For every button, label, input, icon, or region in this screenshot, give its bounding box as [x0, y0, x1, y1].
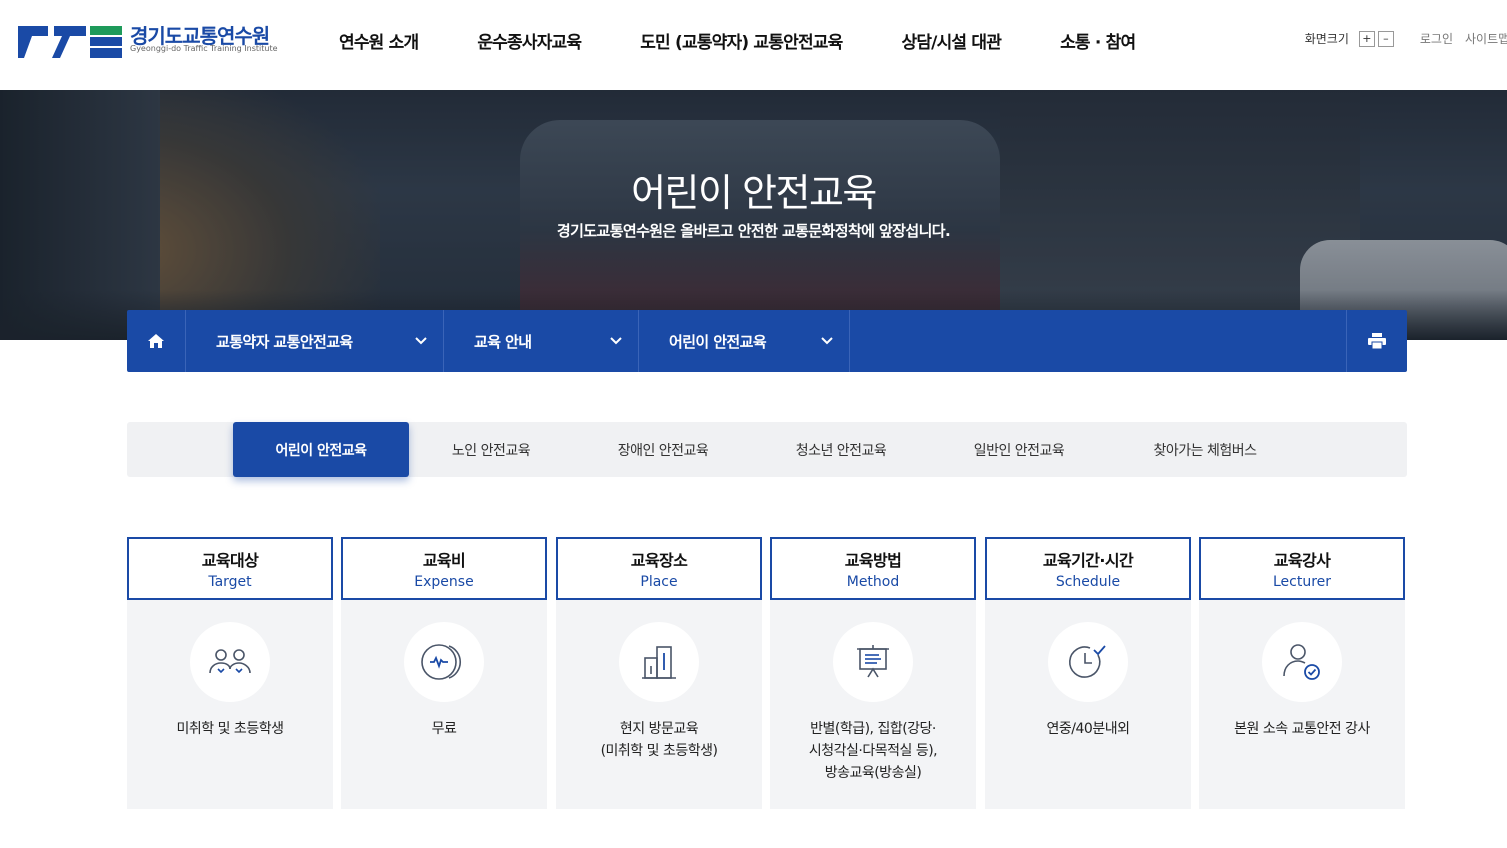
- page-subtitle: 경기도교통연수원은 올바르고 안전한 교통문화정착에 앞장섭니다.: [556, 222, 951, 240]
- card-title: 교육기간·시간: [1042, 551, 1134, 570]
- info-card-lecturer: 교육강사 Lecturer 본원 소속 교통안전 강사: [1199, 537, 1405, 809]
- location-depth2-label: 교육 안내: [474, 332, 532, 351]
- print-button[interactable]: [1346, 310, 1407, 372]
- font-decrease-button[interactable]: –: [1377, 30, 1394, 47]
- tab-senior-safety[interactable]: 노인 안전교육: [409, 422, 573, 477]
- site-logo[interactable]: 경기도교통연수원 Gyeonggi-do Traffic Training In…: [18, 20, 288, 60]
- education-info-cards: 교육대상 Target 미취학 및 초등학생 교육비 Expense 무료 교육…: [127, 537, 1407, 809]
- card-title: 교육장소: [630, 551, 688, 570]
- card-subtitle: Lecturer: [1272, 574, 1332, 590]
- card-subtitle: Expense: [414, 574, 474, 590]
- card-header: 교육기간·시간 Schedule: [985, 537, 1191, 600]
- building-icon: [619, 622, 699, 702]
- logo-mark-icon: [18, 26, 122, 58]
- card-subtitle: Method: [846, 574, 900, 590]
- card-title: 교육대상: [201, 551, 259, 570]
- logo-subtitle: Gyeonggi-do Traffic Training Institute: [130, 44, 278, 53]
- tab-experience-bus[interactable]: 찾아가는 체험버스: [1109, 422, 1301, 477]
- education-tabs: 어린이 안전교육 노인 안전교육 장애인 안전교육 청소년 안전교육 일반인 안…: [127, 422, 1407, 477]
- info-card-method: 교육방법 Method 반별(학급), 집합(강당· 시청각실·다목적실 등),…: [770, 537, 976, 809]
- nav-item-driver-education[interactable]: 운수종사자교육: [477, 28, 582, 53]
- nav-item-citizen-safety-education[interactable]: 도민 (교통약자) 교통안전교육: [640, 28, 843, 53]
- home-button[interactable]: [127, 310, 186, 372]
- info-card-target: 교육대상 Target 미취학 및 초등학생: [127, 537, 333, 809]
- utility-menu: 화면크기 + – 로그인 사이트맵: [1305, 30, 1507, 47]
- home-icon: [148, 334, 164, 348]
- page-title: 어린이 안전교육: [631, 171, 877, 215]
- card-title: 교육비: [422, 551, 466, 570]
- card-description: 현지 방문교육 (미취학 및 초등학생): [600, 721, 718, 759]
- login-link[interactable]: 로그인: [1420, 30, 1453, 47]
- font-size-label: 화면크기: [1304, 32, 1349, 46]
- location-depth2[interactable]: 교육 안내: [444, 310, 639, 372]
- nav-item-consulting-facility[interactable]: 상담/시설 대관: [901, 28, 1001, 53]
- card-title: 교육방법: [844, 551, 902, 570]
- location-depth3[interactable]: 어린이 안전교육: [639, 310, 850, 372]
- card-header: 교육방법 Method: [770, 537, 976, 600]
- font-increase-button[interactable]: +: [1358, 30, 1375, 47]
- card-header: 교육장소 Place: [556, 537, 762, 600]
- people-icon: [190, 622, 270, 702]
- card-description: 미취학 및 초등학생: [176, 721, 284, 737]
- tab-disabled-safety[interactable]: 장애인 안전교육: [573, 422, 753, 477]
- print-icon: [1368, 333, 1386, 349]
- card-subtitle: Place: [640, 574, 678, 590]
- card-header: 교육대상 Target: [127, 537, 333, 600]
- card-description: 연중/40분내외: [1046, 721, 1130, 737]
- site-header: 경기도교통연수원 Gyeonggi-do Traffic Training In…: [0, 0, 1507, 90]
- chevron-down-icon: [415, 337, 427, 345]
- location-depth1[interactable]: 교통약자 교통안전교육: [186, 310, 444, 372]
- tab-child-safety[interactable]: 어린이 안전교육: [233, 422, 409, 477]
- card-description: 무료: [431, 721, 457, 737]
- main-nav: 연수원 소개 운수종사자교육 도민 (교통약자) 교통안전교육 상담/시설 대관…: [310, 0, 1136, 80]
- sitemap-link[interactable]: 사이트맵: [1465, 30, 1507, 47]
- card-header: 교육강사 Lecturer: [1199, 537, 1405, 600]
- card-description: 본원 소속 교통안전 강사: [1234, 721, 1370, 737]
- location-depth1-label: 교통약자 교통안전교육: [216, 332, 353, 351]
- info-card-expense: 교육비 Expense 무료: [341, 537, 547, 809]
- chevron-down-icon: [610, 337, 622, 345]
- card-title: 교육강사: [1273, 551, 1331, 570]
- card-header: 교육비 Expense: [341, 537, 547, 600]
- presentation-icon: [833, 622, 913, 702]
- nav-item-about[interactable]: 연수원 소개: [339, 28, 419, 53]
- tab-general-safety[interactable]: 일반인 안전교육: [929, 422, 1109, 477]
- card-subtitle: Target: [208, 574, 252, 590]
- card-description: 반별(학급), 집합(강당· 시청각실·다목적실 등), 방송교육(방송실): [808, 721, 938, 781]
- chevron-down-icon: [821, 337, 833, 345]
- hero-banner: 어린이 안전교육 경기도교통연수원은 올바르고 안전한 교통문화정착에 앞장섭니…: [0, 90, 1507, 340]
- lecturer-icon: [1262, 622, 1342, 702]
- clock-icon: [1048, 622, 1128, 702]
- location-depth3-label: 어린이 안전교육: [669, 332, 767, 351]
- info-card-place: 교육장소 Place 현지 방문교육 (미취학 및 초등학생): [556, 537, 762, 809]
- info-card-schedule: 교육기간·시간 Schedule 연중/40분내외: [985, 537, 1191, 809]
- location-bar: 교통약자 교통안전교육 교육 안내 어린이 안전교육: [127, 310, 1407, 372]
- coin-icon: [404, 622, 484, 702]
- nav-item-communication[interactable]: 소통 · 참여: [1060, 28, 1136, 53]
- tab-youth-safety[interactable]: 청소년 안전교육: [753, 422, 929, 477]
- card-subtitle: Schedule: [1055, 574, 1121, 590]
